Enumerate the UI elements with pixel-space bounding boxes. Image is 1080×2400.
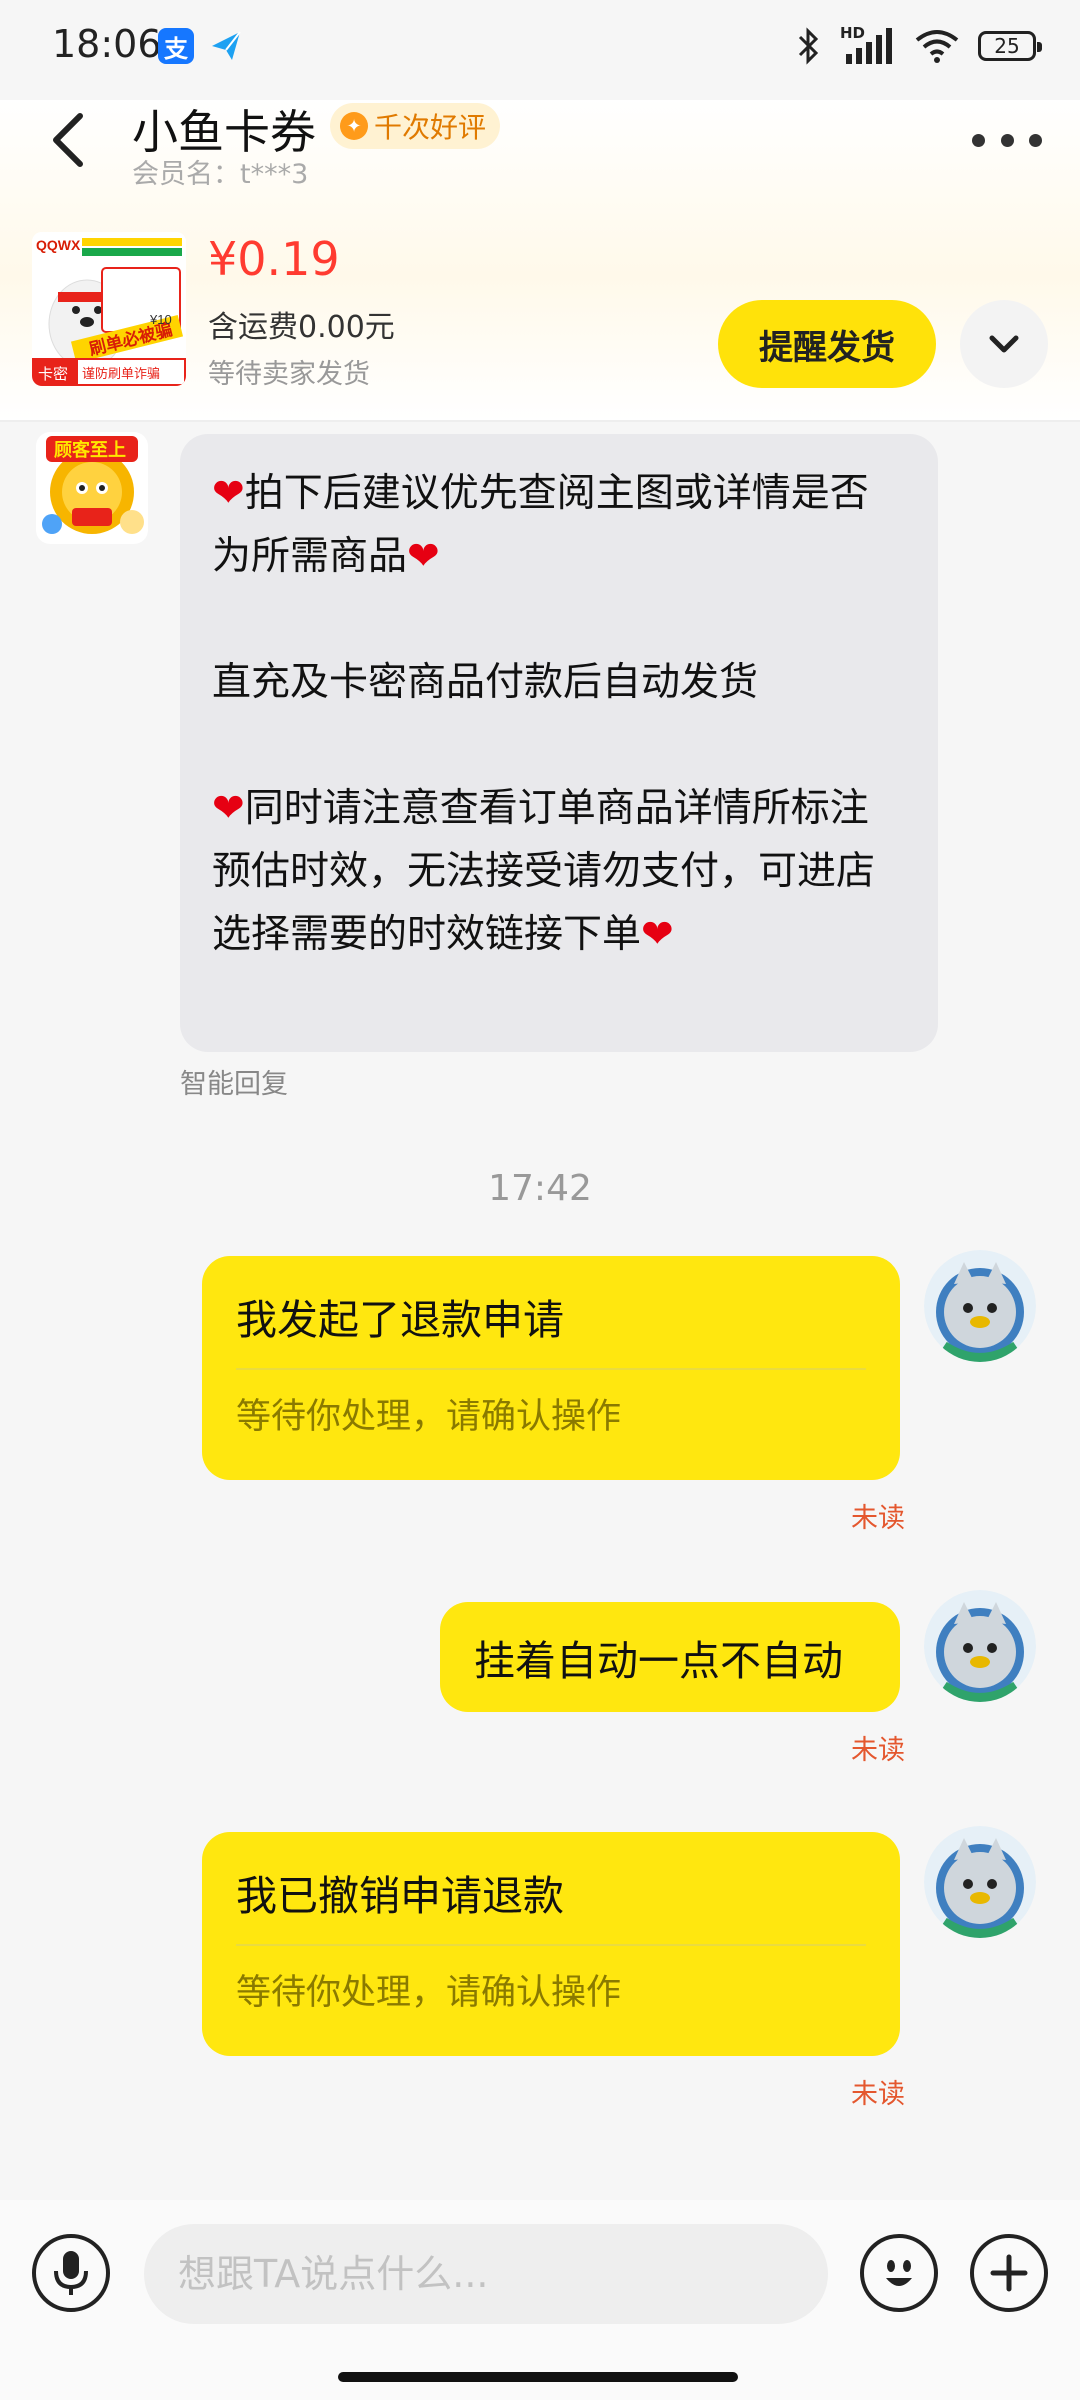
chevron-down-icon <box>989 335 1019 353</box>
paper-plane-icon <box>208 28 244 64</box>
thumb-price-tag: ¥10 <box>149 312 172 327</box>
seller-avatar-banner: 顾客至上 <box>54 439 126 461</box>
message-input[interactable] <box>144 2224 828 2324</box>
shipping-fee: 含运费0.00元 <box>208 310 395 345</box>
product-thumbnail[interactable]: QQWX 刷单必被骗 ¥10 卡密 谨防刷单诈骗 <box>32 232 186 386</box>
cancel-card-title: 我已撤销申请退款 <box>236 1872 564 1920</box>
thumb-banner-text: QQWX <box>36 237 81 253</box>
battery-icon: 25 <box>978 31 1042 61</box>
rating-badge-label: 千次好评 <box>374 111 487 144</box>
header-divider <box>0 420 1080 422</box>
plus-icon <box>990 2254 1028 2292</box>
seller-avatar[interactable]: 顾客至上 <box>36 432 148 544</box>
card-divider <box>236 1368 866 1370</box>
status-icons: HD 25 <box>796 24 1042 66</box>
signal-icon: HD <box>840 24 896 66</box>
status-bar: 18:06 支 HD 25 <box>0 0 1080 100</box>
unread-status: 未读 <box>851 1735 905 1766</box>
bluetooth-icon <box>798 27 819 65</box>
refund-card-subtitle: 等待你处理，请确认操作 <box>236 1397 622 1437</box>
alipay-icon: 支 <box>158 28 194 64</box>
auto-reply-text: ❤拍下后建议优先查阅主图或详情是否为所需商品❤ 直充及卡密商品付款后自动发货 ❤… <box>212 462 906 966</box>
auto-reply-line-1: 拍下后建议优先查阅主图或详情是否为所需商品 <box>212 471 869 579</box>
my-avatar[interactable] <box>924 1590 1036 1702</box>
auto-reply-bubble: ❤拍下后建议优先查阅主图或详情是否为所需商品❤ 直充及卡密商品付款后自动发货 ❤… <box>180 434 938 1052</box>
emoji-button[interactable] <box>860 2234 938 2312</box>
wifi-icon <box>915 30 959 63</box>
my-avatar[interactable] <box>924 1250 1036 1362</box>
medal-icon: ✦ <box>340 112 368 140</box>
auto-reply-line-3: 同时请注意查看订单商品详情所标注预估时效，无法接受请勿支付，可进店选择需要的时效… <box>212 786 876 957</box>
unread-status: 未读 <box>851 1503 905 1534</box>
status-time: 18:06 <box>52 22 162 66</box>
expand-order-button[interactable] <box>960 300 1048 388</box>
order-price: ¥0.19 <box>208 232 340 286</box>
more-dot-icon <box>972 133 985 147</box>
home-indicator[interactable] <box>338 2372 738 2382</box>
refund-request-card[interactable]: 我发起了退款申请 等待你处理，请确认操作 <box>202 1256 900 1480</box>
microphone-icon <box>54 2251 88 2295</box>
refund-card-title: 我发起了退款申请 <box>236 1296 564 1344</box>
heart-icon: ❤ <box>212 786 245 831</box>
more-options-button[interactable] <box>972 125 1042 155</box>
smart-reply-tag: 智能回复 <box>180 1069 288 1100</box>
text-message-bubble[interactable]: 挂着自动一点不自动 <box>440 1602 900 1712</box>
thumb-corner-label: 卡密 <box>38 365 68 383</box>
thumb-bottom-label: 谨防刷单诈骗 <box>82 366 160 382</box>
my-avatar[interactable] <box>924 1826 1036 1938</box>
message-timestamp: 17:42 <box>488 1168 592 1209</box>
card-divider <box>236 1944 866 1946</box>
chevron-left-icon <box>53 113 83 167</box>
heart-icon: ❤ <box>212 471 245 516</box>
smiley-icon <box>886 2260 912 2286</box>
voice-input-button[interactable] <box>32 2234 110 2312</box>
heart-icon: ❤ <box>407 534 440 579</box>
heart-icon: ❤ <box>641 912 674 957</box>
back-button[interactable] <box>38 100 98 180</box>
member-name: 会员名：t***3 <box>132 159 309 190</box>
text-message: 挂着自动一点不自动 <box>474 1637 843 1685</box>
cancel-card-subtitle: 等待你处理，请确认操作 <box>236 1973 622 2013</box>
more-actions-button[interactable] <box>970 2234 1048 2312</box>
rating-badge: ✦ 千次好评 <box>330 103 501 149</box>
unread-status: 未读 <box>851 2079 905 2110</box>
remind-ship-button[interactable]: 提醒发货 <box>718 300 936 388</box>
auto-reply-line-2: 直充及卡密商品付款后自动发货 <box>212 660 759 705</box>
cancel-refund-card[interactable]: 我已撤销申请退款 等待你处理，请确认操作 <box>202 1832 900 2056</box>
order-status: 等待卖家发货 <box>208 359 370 390</box>
